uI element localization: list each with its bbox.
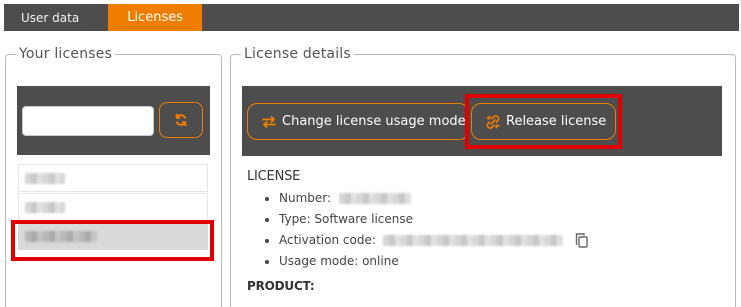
refresh-button[interactable] (159, 102, 203, 138)
activation-code-label: Activation code: (279, 233, 376, 247)
license-search-input[interactable] (22, 106, 154, 136)
your-licenses-legend: Your licenses (19, 46, 113, 62)
release-license-button[interactable]: Release license (471, 103, 616, 140)
refresh-icon (174, 113, 188, 127)
license-list (18, 164, 208, 251)
redacted-license-name (25, 201, 65, 213)
license-list-item[interactable] (18, 164, 208, 192)
unlink-icon (486, 114, 500, 129)
license-details-legend: License details (244, 46, 351, 62)
license-number-item: Number: (279, 188, 722, 209)
change-usage-mode-button[interactable]: Change license usage mode (247, 103, 469, 140)
license-list-item[interactable] (18, 193, 208, 221)
license-type-item: Type: Software license (279, 209, 722, 230)
activation-code-item: Activation code: (279, 230, 722, 251)
tab-bar: User data Licenses (4, 4, 739, 31)
redacted-license-number (338, 193, 411, 204)
release-license-label: Release license (506, 114, 607, 129)
tab-licenses[interactable]: Licenses (108, 4, 202, 31)
license-properties: Number: Type: Software license Activatio… (243, 188, 722, 272)
redacted-license-name (25, 230, 97, 242)
license-list-item-selected[interactable] (18, 222, 208, 250)
redacted-license-name (25, 172, 65, 184)
license-number-label: Number: (279, 191, 332, 205)
license-details-content: LICENSE Number: Type: Software license A… (243, 164, 722, 298)
license-actions-panel: Change license usage mode Release licens… (242, 86, 722, 156)
redacted-activation-code (382, 235, 563, 246)
product-heading: PRODUCT: (247, 279, 315, 293)
tab-user-data[interactable]: User data (4, 4, 103, 31)
license-heading: LICENSE (247, 169, 301, 184)
license-search-panel (17, 86, 210, 155)
swap-arrows-icon (262, 115, 276, 128)
change-usage-mode-label: Change license usage mode (282, 114, 466, 129)
usage-mode-item: Usage mode: online (279, 251, 722, 272)
copy-icon[interactable] (575, 233, 588, 248)
